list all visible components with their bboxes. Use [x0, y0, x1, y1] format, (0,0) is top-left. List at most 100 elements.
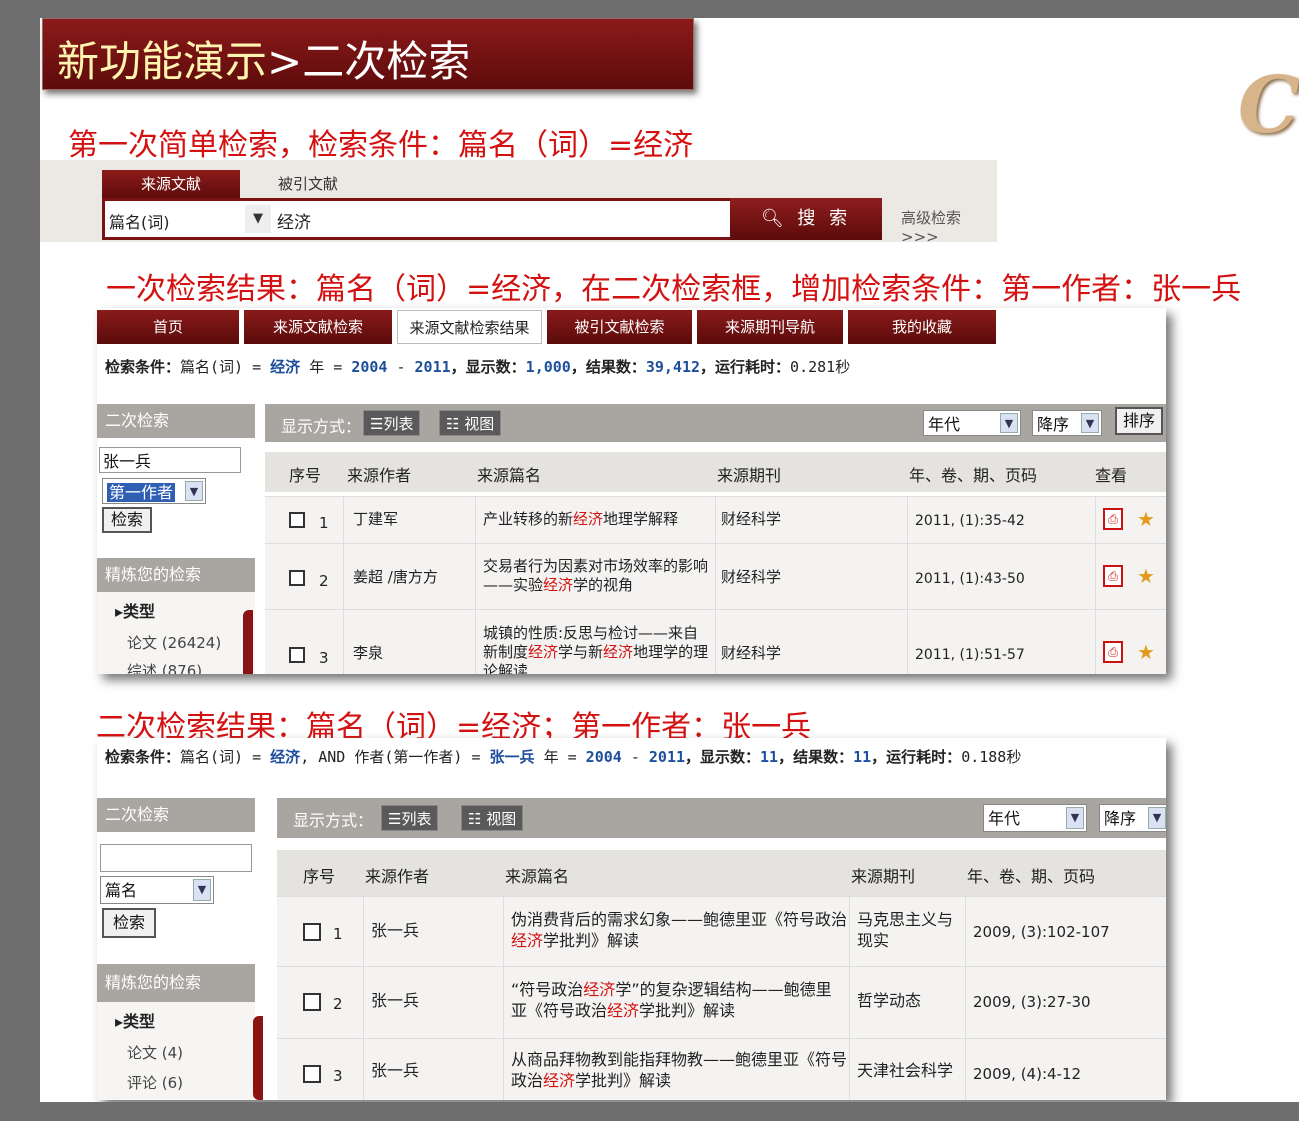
search-input[interactable]: 经济	[277, 208, 311, 233]
column-header: 来源期刊	[851, 867, 916, 886]
row-pages: 2009, (3):27-30	[973, 993, 1091, 1011]
nav-my-favorites[interactable]: 我的收藏	[848, 310, 996, 344]
sort-order-select[interactable]: 降序 ▼	[1032, 410, 1102, 436]
collapse-sidebar-handle[interactable]	[243, 610, 253, 674]
grid-view-button[interactable]: ☷ 视图	[439, 410, 502, 436]
result-toolbar: 显示方式： ☰列表 ☷ 视图 年代 ▼ 降序 ▼	[277, 798, 1166, 838]
column-header: 来源篇名	[477, 466, 542, 485]
slide-title: 新功能演示>二次检索	[57, 28, 470, 89]
list-view-button[interactable]: ☰列表	[381, 805, 439, 831]
row-journal[interactable]: 马克思主义与现实	[857, 909, 963, 951]
row-checkbox[interactable]	[289, 570, 305, 586]
caption-first: 第一次简单检索，检索条件：篇名（词）=经济	[68, 128, 694, 163]
row-number: 3	[319, 649, 329, 667]
star-icon[interactable]: ★	[1137, 507, 1155, 531]
nav-source-search[interactable]: 来源文献检索	[244, 310, 392, 344]
search-field-select[interactable]: 篇名(词)	[109, 209, 170, 233]
slide-title-bar: 新功能演示>二次检索	[42, 18, 694, 90]
condition-year-to: 2011	[648, 748, 686, 766]
row-title[interactable]: 城镇的性质:反思与检讨——来自新制度经济学与新经济地理学的理论解读	[483, 624, 713, 674]
chevron-down-icon[interactable]: ▼	[245, 205, 271, 233]
sort-field-select[interactable]: 年代 ▼	[983, 804, 1087, 832]
row-author[interactable]: 姜超 /唐方方	[353, 568, 438, 587]
pdf-icon[interactable]: ⎙	[1103, 508, 1123, 530]
nav-journal-navigation[interactable]: 来源期刊导航	[697, 310, 843, 344]
row-checkbox[interactable]	[289, 647, 305, 663]
condition-shown: 1,000	[525, 358, 571, 376]
refine-type-item[interactable]: 论文 (26424)	[127, 634, 221, 653]
row-pages: 2009, (4):4-12	[973, 1065, 1082, 1083]
row-checkbox[interactable]	[303, 993, 321, 1011]
refine-type-label[interactable]: ▸类型	[115, 602, 155, 621]
table-row[interactable]: 2 张一兵 “符号政治经济学”的复杂逻辑结构——鲍德里亚《符号政治经济学批判》解…	[277, 966, 1166, 1038]
sort-button[interactable]: 排序	[1115, 407, 1163, 435]
nav-cited-search[interactable]: 被引文献检索	[547, 310, 692, 344]
star-icon[interactable]: ★	[1137, 564, 1155, 588]
advanced-search-link[interactable]: 高级检索>>>	[901, 207, 997, 246]
row-author[interactable]: 张一兵	[371, 921, 419, 940]
table-row[interactable]: 1 丁建军 产业转移的新经济地理学解释 财经科学 2011, (1):35-42…	[265, 496, 1166, 543]
grid-view-button[interactable]: ☷ 视图	[461, 805, 524, 831]
refine-type-item[interactable]: 评论 (6)	[127, 1074, 183, 1093]
pdf-icon[interactable]: ⎙	[1103, 565, 1123, 587]
row-pages: 2011, (1):35-42	[915, 513, 1025, 529]
secondary-search-button[interactable]: 检索	[102, 908, 156, 938]
row-checkbox[interactable]	[303, 1065, 321, 1083]
row-title[interactable]: 交易者行为因素对市场效率的影响——实验经济学的视角	[483, 557, 713, 595]
table-row[interactable]: 2 姜超 /唐方方 交易者行为因素对市场效率的影响——实验经济学的视角 财经科学…	[265, 543, 1166, 609]
search-button[interactable]: 🔍︎ 搜 索	[730, 198, 882, 240]
refine-type-label[interactable]: ▸类型	[115, 1012, 155, 1031]
caption-second: 一次检索结果：篇名（词）=经济，在二次检索框，增加检索条件：第一作者：张一兵	[106, 272, 1242, 307]
row-checkbox[interactable]	[289, 512, 305, 528]
row-title-text: 地理学解释	[603, 510, 679, 528]
refine-type-item[interactable]: 综述 (876)	[127, 662, 202, 674]
secondary-search-header: 二次检索	[97, 798, 255, 832]
nav-source-results[interactable]: 来源文献检索结果	[397, 310, 542, 344]
pdf-icon[interactable]: ⎙	[1103, 641, 1123, 663]
row-title[interactable]: 伪消费背后的需求幻象——鲍德里亚《符号政治经济学批判》解读	[511, 909, 847, 951]
row-journal[interactable]: 哲学动态	[857, 991, 921, 1010]
row-author[interactable]: 张一兵	[371, 1061, 419, 1080]
sort-field-select[interactable]: 年代 ▼	[923, 410, 1021, 436]
condition-time-label: ，运行耗时：	[871, 748, 962, 766]
table-row[interactable]: 3 李泉 城镇的性质:反思与检讨——来自新制度经济学与新经济地理学的理论解读 财…	[265, 609, 1166, 674]
row-journal[interactable]: 财经科学	[721, 510, 781, 529]
result-toolbar: 显示方式： ☰列表 ☷ 视图 年代 ▼ 降序 ▼ 排序	[265, 404, 1166, 442]
row-checkbox[interactable]	[303, 923, 321, 941]
search-input-wrapper[interactable]: 篇名(词) ▼ 经济	[102, 198, 730, 240]
row-title[interactable]: 产业转移的新经济地理学解释	[483, 510, 711, 529]
row-author[interactable]: 李泉	[353, 644, 383, 663]
row-title[interactable]: 从商品拜物教到能指拜物教——鲍德里亚《符号政治经济学批判》解读	[511, 1049, 847, 1091]
table-row[interactable]: 3 张一兵 从商品拜物教到能指拜物教——鲍德里亚《符号政治经济学批判》解读 天津…	[277, 1038, 1166, 1100]
condition-time: 0.188秒	[961, 748, 1022, 766]
row-journal[interactable]: 财经科学	[721, 568, 781, 587]
secondary-search-button[interactable]: 检索	[102, 507, 152, 533]
condition-total-label: ，结果数：	[778, 748, 854, 766]
row-title-keyword: 经济	[573, 510, 604, 528]
row-author[interactable]: 张一兵	[371, 991, 419, 1010]
row-journal[interactable]: 财经科学	[721, 644, 781, 663]
secondary-search-input[interactable]	[100, 844, 252, 872]
row-number: 2	[319, 572, 329, 590]
secondary-search-input[interactable]: 张一兵	[99, 447, 241, 473]
condition-year-from: 2004	[585, 748, 622, 766]
refine-type-item[interactable]: 论文 (4)	[127, 1044, 183, 1063]
row-pages: 2011, (1):43-50	[915, 571, 1025, 587]
secondary-field-select[interactable]: 第一作者 ▼	[102, 478, 206, 504]
secondary-field-select[interactable]: 篇名 ▼	[100, 876, 214, 904]
row-pages: 2011, (1):51-57	[915, 647, 1025, 663]
secondary-field-value: 第一作者	[107, 483, 176, 502]
tab-cited-literature[interactable]: 被引文献	[262, 170, 354, 198]
row-title[interactable]: “符号政治经济学”的复杂逻辑结构——鲍德里亚《符号政治经济学批判》解读	[511, 979, 847, 1021]
column-header: 来源篇名	[505, 867, 570, 886]
table-row[interactable]: 1 张一兵 伪消费背后的需求幻象——鲍德里亚《符号政治经济学批判》解读 马克思主…	[277, 896, 1166, 966]
sort-order-select[interactable]: 降序 ▼	[1099, 804, 1166, 832]
list-view-button[interactable]: ☰列表	[363, 410, 421, 436]
star-icon[interactable]: ★	[1137, 640, 1155, 664]
row-title-keyword: 经济	[511, 931, 544, 950]
tab-source-literature[interactable]: 来源文献	[102, 170, 240, 198]
row-journal[interactable]: 天津社会科学	[857, 1061, 953, 1080]
row-author[interactable]: 丁建军	[353, 510, 398, 529]
collapse-sidebar-handle[interactable]	[253, 1016, 263, 1100]
nav-home[interactable]: 首页	[97, 310, 239, 344]
